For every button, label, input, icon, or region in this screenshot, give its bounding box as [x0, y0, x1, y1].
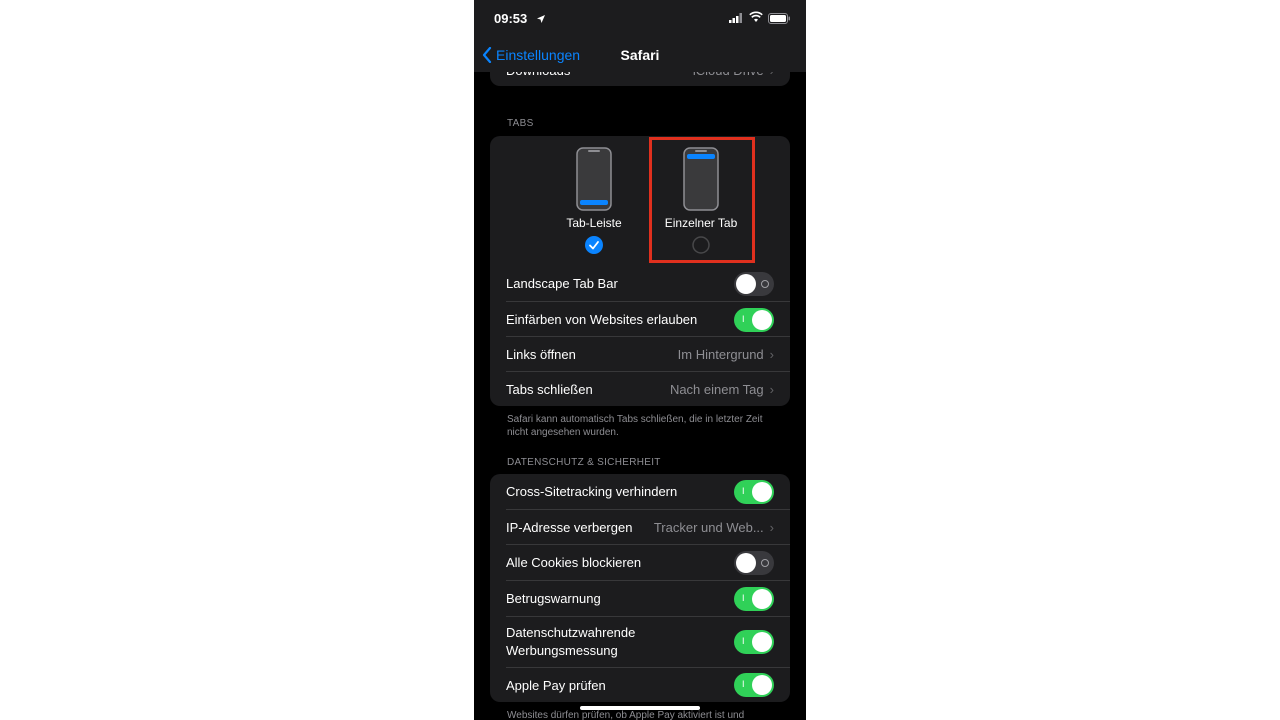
privacy-card: Cross-Sitetracking verhindern I IP-Adres… [490, 474, 790, 702]
battery-icon [768, 13, 790, 24]
privacy-ad-measurement-label-line2: Werbungsmessung [506, 643, 618, 658]
chevron-right-icon: › [769, 520, 774, 535]
location-arrow-icon [537, 15, 545, 23]
open-links-row[interactable]: Links öffnen Im Hintergrund › [490, 337, 790, 372]
cellular-signal-icon [729, 13, 742, 23]
single-tab-highlight-box [649, 137, 755, 263]
checkmark-circle-icon [585, 236, 603, 254]
toggle-knob [736, 552, 756, 573]
hide-ip-row[interactable]: IP-Adresse verbergen Tracker und Web... … [490, 510, 790, 545]
privacy-ad-measurement-label: Datenschutzwahrende Werbungsmessung [506, 624, 635, 660]
toggle-knob [752, 632, 772, 652]
tabs-section-footer: Safari kann automatisch Tabs schließen, … [507, 414, 763, 438]
cross-site-tracking-row: Cross-Sitetracking verhindern I [490, 474, 790, 509]
landscape-tab-bar-label: Landscape Tab Bar [506, 276, 618, 291]
privacy-ad-measurement-toggle[interactable]: I [734, 630, 774, 654]
toggle-knob [752, 309, 772, 330]
home-indicator[interactable] [580, 706, 700, 710]
toggle-on-mark: I [742, 636, 745, 646]
tabs-section-header: TABS [507, 118, 534, 129]
tint-websites-toggle[interactable]: I [734, 307, 774, 332]
tab-layout-option-tab-bar[interactable]: Tab-Leiste [534, 136, 654, 266]
status-time: 09:53 [494, 11, 528, 26]
page-title: Safari [620, 47, 660, 63]
close-tabs-label: Tabs schließen [506, 381, 593, 397]
toggle-knob [752, 481, 772, 502]
phone-tab-bar-icon [576, 147, 612, 211]
fraud-warning-label: Betrugswarnung [506, 591, 601, 606]
toggle-knob [736, 273, 756, 294]
toggle-on-mark: I [742, 592, 745, 603]
privacy-section-header: DATENSCHUTZ & SICHERHEIT [507, 457, 661, 468]
block-cookies-label: Alle Cookies blockieren [506, 555, 642, 570]
toggle-knob [752, 675, 772, 695]
toggle-on-mark: I [742, 485, 745, 496]
landscape-tab-bar-toggle[interactable] [734, 271, 774, 296]
toggle-off-mark [761, 558, 769, 567]
privacy-section-footer: Websites dürfen prüfen, ob Apple Pay akt… [507, 710, 745, 720]
toggle-on-mark: I [742, 313, 745, 324]
tint-websites-label: Einfärben von Websites erlauben [506, 312, 698, 327]
block-cookies-row: Alle Cookies blockieren [490, 545, 790, 580]
tint-websites-row: Einfärben von Websites erlauben I [490, 302, 790, 337]
open-links-value: Im Hintergrund › [678, 347, 774, 362]
close-tabs-row[interactable]: Tabs schließen Nach einem Tag › [490, 372, 790, 406]
close-tabs-value-text: Nach einem Tag [669, 381, 764, 397]
settings-scroll-area[interactable]: Downloads iCloud Drive › TABS Tab-Leiste [474, 0, 806, 720]
open-links-label: Links öffnen [506, 347, 576, 362]
open-links-value-text: Im Hintergrund [677, 347, 764, 362]
tab-bar-option-label: Tab-Leiste [566, 216, 622, 230]
privacy-ad-measurement-row: Datenschutzwahrende Werbungsmessung I [490, 617, 790, 667]
fraud-warning-toggle[interactable]: I [734, 586, 774, 611]
fraud-warning-row: Betrugswarnung I [490, 581, 790, 616]
cross-site-tracking-label: Cross-Sitetracking verhindern [506, 484, 678, 499]
status-bar: 09:53 [474, 0, 806, 38]
apple-pay-check-toggle[interactable]: I [734, 673, 774, 697]
close-tabs-value: Nach einem Tag › [670, 382, 774, 397]
block-cookies-toggle[interactable] [734, 550, 774, 575]
landscape-tab-bar-row: Landscape Tab Bar [490, 266, 790, 301]
navigation-bar: Einstellungen Safari [474, 38, 806, 72]
apple-pay-check-label: Apple Pay prüfen [506, 677, 606, 693]
toggle-knob [752, 588, 772, 609]
hide-ip-value-text: Tracker und Web... [653, 520, 764, 535]
chevron-right-icon: › [769, 347, 774, 362]
toggle-off-mark [761, 279, 769, 288]
phone-screen: Downloads iCloud Drive › TABS Tab-Leiste [474, 0, 806, 720]
cross-site-tracking-toggle[interactable]: I [734, 479, 774, 504]
privacy-ad-measurement-label-line1: Datenschutzwahrende [506, 625, 636, 640]
toggle-on-mark: I [742, 679, 745, 689]
chevron-right-icon: › [769, 381, 774, 397]
hide-ip-label: IP-Adresse verbergen [506, 520, 633, 535]
apple-pay-check-row: Apple Pay prüfen I [490, 668, 790, 702]
hide-ip-value: Tracker und Web... › [654, 520, 774, 535]
wifi-icon [749, 11, 763, 22]
